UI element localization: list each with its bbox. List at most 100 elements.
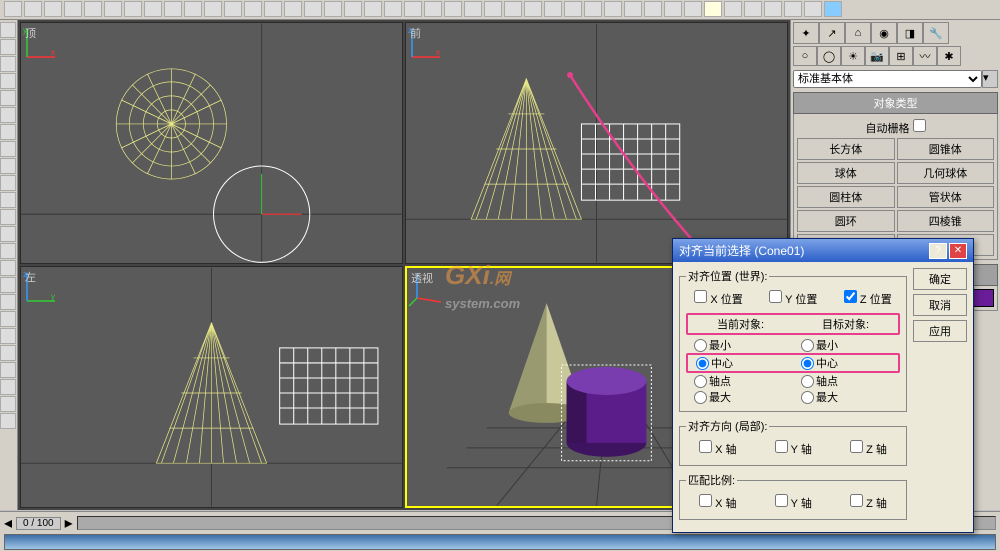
- helpers-subtab-icon[interactable]: ⊞: [889, 46, 913, 66]
- dialog-titlebar[interactable]: 对齐当前选择 (Cone01) ? ✕: [673, 239, 973, 262]
- toolbar-icon[interactable]: [284, 1, 302, 17]
- target-max-radio[interactable]: 最大: [793, 389, 900, 405]
- apply-button[interactable]: 应用: [913, 320, 967, 342]
- shapes-subtab-icon[interactable]: ◯: [817, 46, 841, 66]
- time-ruler[interactable]: [4, 534, 996, 550]
- toolbar-icon[interactable]: [784, 1, 802, 17]
- y-position-checkbox[interactable]: Y 位置: [769, 290, 817, 307]
- geosphere-button[interactable]: 几何球体: [897, 162, 995, 184]
- viewport-front[interactable]: 前 xz: [405, 22, 788, 264]
- side-icon[interactable]: [0, 277, 16, 293]
- toolbar-icon[interactable]: [544, 1, 562, 17]
- box-button[interactable]: 长方体: [797, 138, 895, 160]
- toolbar-icon[interactable]: [344, 1, 362, 17]
- toolbar-icon[interactable]: [604, 1, 622, 17]
- toolbar-icon[interactable]: [384, 1, 402, 17]
- side-icon[interactable]: [0, 141, 16, 157]
- side-icon[interactable]: [0, 192, 16, 208]
- side-icon[interactable]: [0, 73, 16, 89]
- viewport-top[interactable]: 顶 xy: [20, 22, 403, 264]
- toolbar-icon[interactable]: [24, 1, 42, 17]
- utilities-tab-icon[interactable]: 🔧: [923, 22, 949, 44]
- side-icon[interactable]: [0, 22, 16, 38]
- toolbar-icon[interactable]: [184, 1, 202, 17]
- toolbar-icon[interactable]: [244, 1, 262, 17]
- sphere-button[interactable]: 球体: [797, 162, 895, 184]
- cancel-button[interactable]: 取消: [913, 294, 967, 316]
- side-icon[interactable]: [0, 311, 16, 327]
- orient-x-checkbox[interactable]: X 轴: [699, 440, 736, 457]
- side-icon[interactable]: [0, 209, 16, 225]
- align-icon[interactable]: [704, 1, 722, 17]
- toolbar-icon[interactable]: [204, 1, 222, 17]
- toolbar-icon[interactable]: [484, 1, 502, 17]
- toolbar-icon[interactable]: [64, 1, 82, 17]
- current-pivot-radio[interactable]: 轴点: [686, 373, 793, 389]
- scale-y-checkbox[interactable]: Y 轴: [775, 494, 812, 511]
- toolbar-icon[interactable]: [444, 1, 462, 17]
- time-prev-icon[interactable]: ◂: [4, 513, 12, 533]
- ok-button[interactable]: 确定: [913, 268, 967, 290]
- toolbar-icon[interactable]: [624, 1, 642, 17]
- help-icon[interactable]: ?: [929, 243, 947, 259]
- side-icon[interactable]: [0, 413, 16, 429]
- viewport-left[interactable]: 左 yz: [20, 266, 403, 508]
- toolbar-icon[interactable]: [504, 1, 522, 17]
- pyramid-button[interactable]: 四棱锥: [897, 210, 995, 232]
- scale-x-checkbox[interactable]: X 轴: [699, 494, 736, 511]
- toolbar-icon[interactable]: [124, 1, 142, 17]
- current-max-radio[interactable]: 最大: [686, 389, 793, 405]
- toolbar-icon[interactable]: [404, 1, 422, 17]
- toolbar-icon[interactable]: [464, 1, 482, 17]
- geometry-subtab-icon[interactable]: ○: [793, 46, 817, 66]
- create-tab-icon[interactable]: ✦: [793, 22, 819, 44]
- toolbar-icon[interactable]: [584, 1, 602, 17]
- cylinder-button[interactable]: 圆柱体: [797, 186, 895, 208]
- side-icon[interactable]: [0, 396, 16, 412]
- orient-y-checkbox[interactable]: Y 轴: [775, 440, 812, 457]
- lights-subtab-icon[interactable]: ☀: [841, 46, 865, 66]
- target-center-radio[interactable]: 中心: [793, 355, 898, 371]
- side-icon[interactable]: [0, 243, 16, 259]
- side-icon[interactable]: [0, 294, 16, 310]
- toolbar-icon[interactable]: [324, 1, 342, 17]
- cone-button[interactable]: 圆锥体: [897, 138, 995, 160]
- side-icon[interactable]: [0, 39, 16, 55]
- orient-z-checkbox[interactable]: Z 轴: [850, 440, 887, 457]
- toolbar-icon[interactable]: [804, 1, 822, 17]
- toolbar-icon[interactable]: [564, 1, 582, 17]
- toolbar-icon[interactable]: [664, 1, 682, 17]
- side-icon[interactable]: [0, 90, 16, 106]
- toolbar-icon[interactable]: [724, 1, 742, 17]
- side-icon[interactable]: [0, 379, 16, 395]
- cameras-subtab-icon[interactable]: 📷: [865, 46, 889, 66]
- side-icon[interactable]: [0, 328, 16, 344]
- z-position-checkbox[interactable]: Z 位置: [844, 290, 892, 307]
- modify-tab-icon[interactable]: ↗: [819, 22, 845, 44]
- toolbar-icon[interactable]: [44, 1, 62, 17]
- toolbar-icon[interactable]: [364, 1, 382, 17]
- side-icon[interactable]: [0, 260, 16, 276]
- current-min-radio[interactable]: 最小: [686, 337, 793, 353]
- toolbar-icon[interactable]: [684, 1, 702, 17]
- side-icon[interactable]: [0, 226, 16, 242]
- scale-z-checkbox[interactable]: Z 轴: [850, 494, 887, 511]
- toolbar-icon[interactable]: [224, 1, 242, 17]
- toolbar-icon[interactable]: [304, 1, 322, 17]
- side-icon[interactable]: [0, 124, 16, 140]
- systems-subtab-icon[interactable]: ✱: [937, 46, 961, 66]
- torus-button[interactable]: 圆环: [797, 210, 895, 232]
- primitive-category-dropdown[interactable]: 标准基本体: [793, 70, 982, 88]
- side-icon[interactable]: [0, 175, 16, 191]
- display-tab-icon[interactable]: ◨: [897, 22, 923, 44]
- toolbar-icon[interactable]: [764, 1, 782, 17]
- toolbar-icon[interactable]: [524, 1, 542, 17]
- toolbar-icon[interactable]: [264, 1, 282, 17]
- close-icon[interactable]: ✕: [949, 243, 967, 259]
- toolbar-icon[interactable]: [144, 1, 162, 17]
- current-center-radio[interactable]: 中心: [688, 355, 793, 371]
- hierarchy-tab-icon[interactable]: ⌂: [845, 22, 871, 44]
- teapot-icon[interactable]: [824, 1, 842, 17]
- toolbar-icon[interactable]: [424, 1, 442, 17]
- object-type-rollout-header[interactable]: 对象类型: [793, 92, 998, 114]
